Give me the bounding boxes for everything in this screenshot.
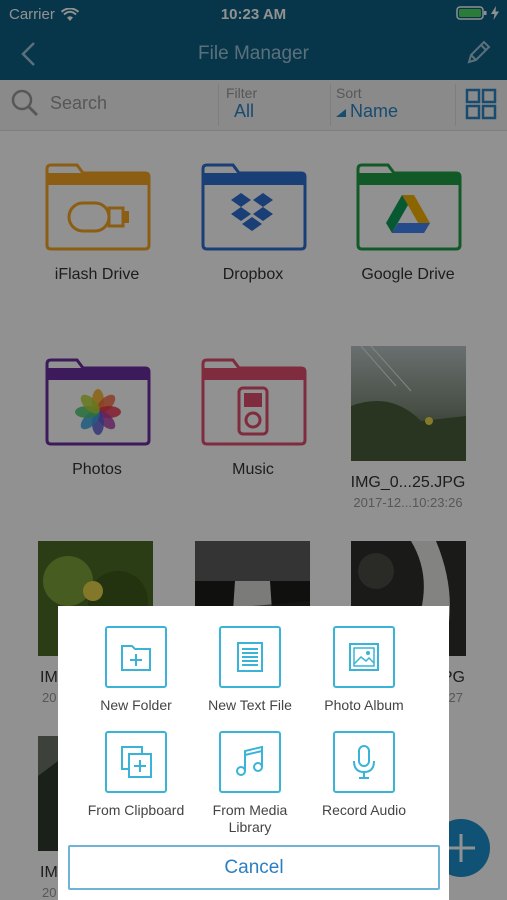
action-label: Record Audio bbox=[321, 802, 407, 818]
photo-album-action[interactable]: Photo Album bbox=[304, 626, 424, 714]
new-folder-icon bbox=[105, 626, 167, 688]
clipboard-icon bbox=[105, 731, 167, 793]
text-file-icon bbox=[219, 626, 281, 688]
action-label: From Clipboard bbox=[87, 802, 185, 818]
create-action-sheet: New Folder New Text File Photo Album Fro… bbox=[58, 606, 449, 900]
action-label: From Media Library bbox=[212, 802, 288, 835]
new-text-file-action[interactable]: New Text File bbox=[190, 626, 310, 714]
music-note-icon bbox=[219, 731, 281, 793]
photo-album-icon bbox=[333, 626, 395, 688]
record-audio-action[interactable]: Record Audio bbox=[304, 731, 424, 819]
action-label: New Text File bbox=[208, 697, 292, 713]
action-label: Photo Album bbox=[324, 697, 404, 713]
from-clipboard-action[interactable]: From Clipboard bbox=[76, 731, 196, 819]
new-folder-action[interactable]: New Folder bbox=[76, 626, 196, 714]
cancel-button[interactable]: Cancel bbox=[68, 845, 440, 890]
action-label: New Folder bbox=[100, 697, 172, 713]
from-media-library-action[interactable]: From Media Library bbox=[190, 731, 310, 836]
microphone-icon bbox=[333, 731, 395, 793]
